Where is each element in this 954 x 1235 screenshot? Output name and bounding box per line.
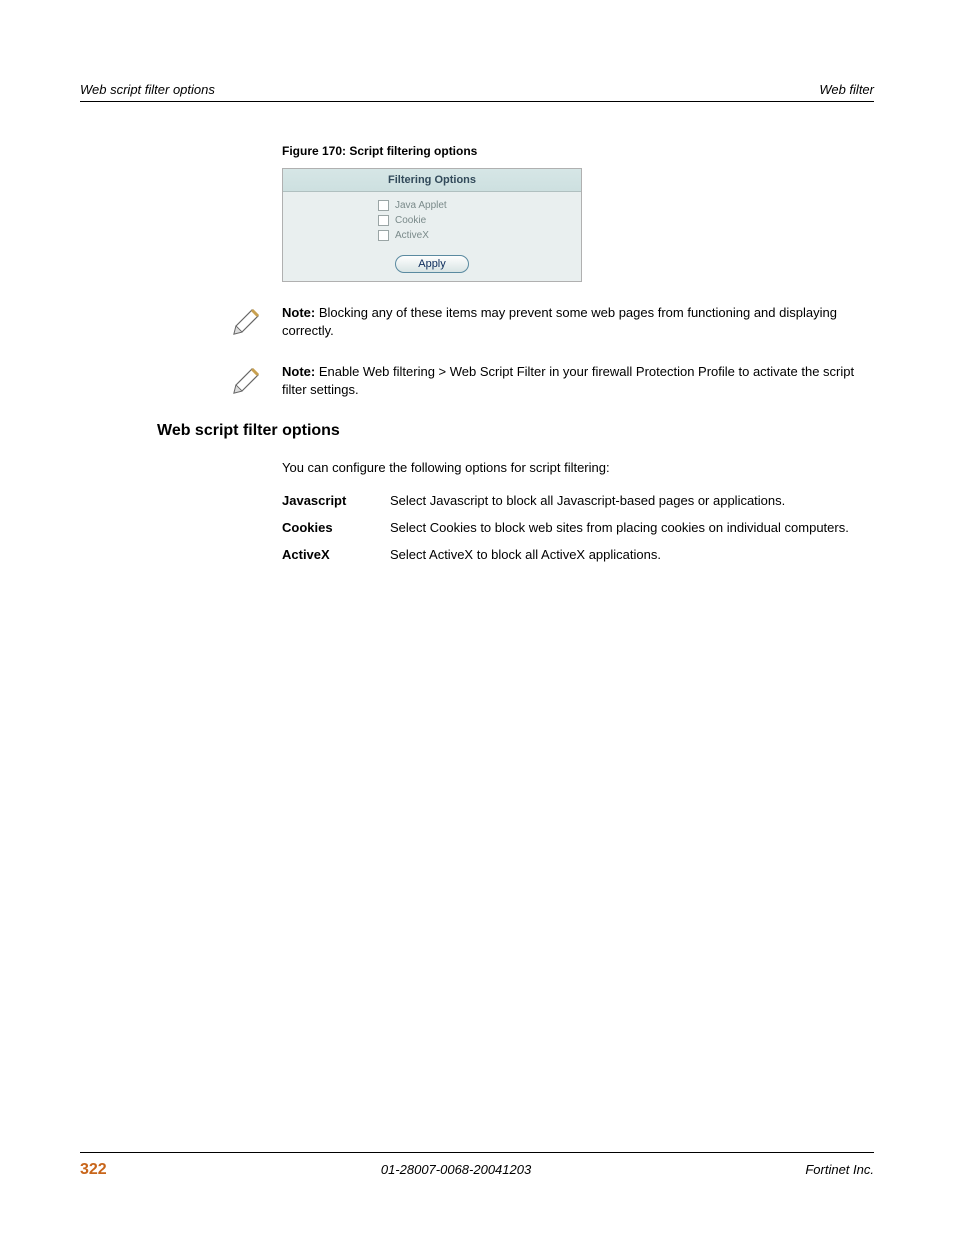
company-name: Fortinet Inc. [805,1162,874,1177]
apply-button[interactable]: Apply [395,255,469,273]
screenshot-title: Filtering Options [283,169,581,192]
checkbox-row: Cookie [378,213,581,228]
note-block: Note: Enable Web filtering > Web Script … [232,363,874,398]
checkbox-label: Cookie [395,215,426,226]
note-body: Enable Web filtering > Web Script Filter… [282,364,854,397]
checkbox-row: Java Applet [378,198,581,213]
header-left: Web script filter options [80,82,215,97]
option-row: ActiveX Select ActiveX to block all Acti… [282,547,874,564]
checkbox-icon[interactable] [378,215,389,226]
screenshot-panel: Filtering Options Java Applet Cookie Act… [282,168,582,282]
note-body: Blocking any of these items may prevent … [282,305,837,338]
note-text: Note: Enable Web filtering > Web Script … [282,363,874,398]
option-term: Cookies [282,520,390,537]
option-row: Cookies Select Cookies to block web site… [282,520,874,537]
checkbox-row: ActiveX [378,228,581,243]
figure-caption: Figure 170: Script filtering options [282,144,874,158]
checkbox-icon[interactable] [378,200,389,211]
note-block: Note: Blocking any of these items may pr… [232,304,874,339]
note-pencil-icon [232,363,264,395]
option-term: Javascript [282,493,390,510]
note-pencil-icon [232,304,264,336]
note-label: Note: [282,305,315,320]
option-definition: Select Cookies to block web sites from p… [390,520,874,537]
option-row: Javascript Select Javascript to block al… [282,493,874,510]
checkbox-icon[interactable] [378,230,389,241]
doc-id: 01-28007-0068-20041203 [381,1162,531,1177]
option-definition: Select Javascript to block all Javascrip… [390,493,874,510]
note-text: Note: Blocking any of these items may pr… [282,304,874,339]
option-definition: Select ActiveX to block all ActiveX appl… [390,547,874,564]
note-label: Note: [282,364,315,379]
section-intro: You can configure the following options … [282,460,874,475]
screenshot-body: Java Applet Cookie ActiveX [283,192,581,251]
header-right: Web filter [819,82,874,97]
section-heading: Web script filter options [157,422,874,440]
option-term: ActiveX [282,547,390,564]
screenshot-footer: Apply [283,251,581,281]
checkbox-label: Java Applet [395,200,447,211]
running-header: Web script filter options Web filter [80,82,874,102]
checkbox-label: ActiveX [395,230,429,241]
page-number: 322 [80,1161,107,1179]
page-footer: 322 01-28007-0068-20041203 Fortinet Inc. [80,1152,874,1179]
